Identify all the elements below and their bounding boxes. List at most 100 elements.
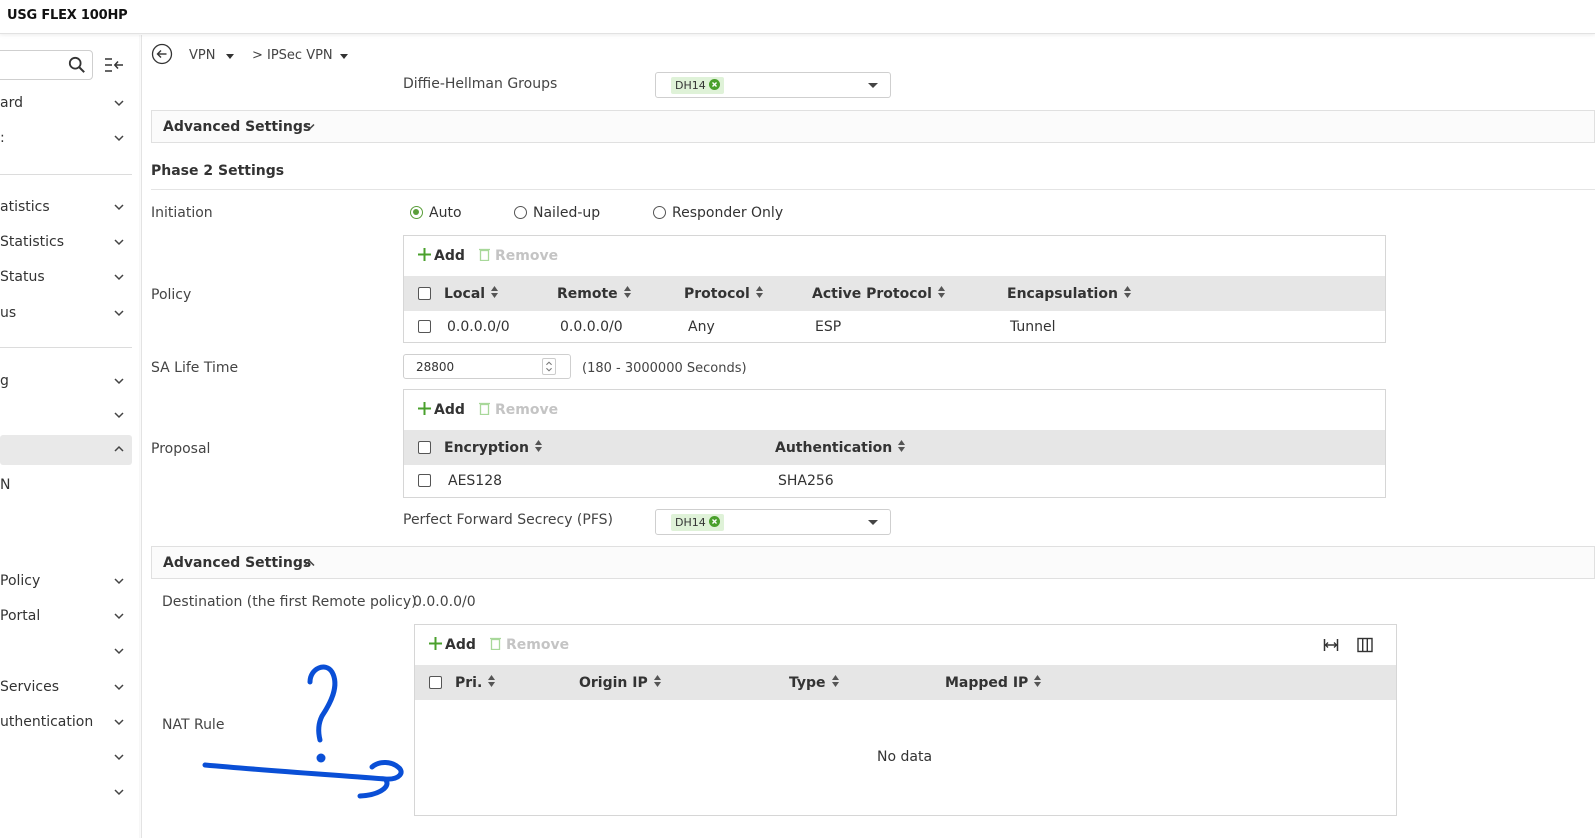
column-header[interactable]: Encapsulation: [1007, 286, 1131, 302]
sort-icon: [488, 675, 496, 687]
sidebar-item-vpn-active[interactable]: [0, 435, 132, 465]
sidebar-item-5[interactable]: us: [0, 299, 132, 329]
sidebar-item-0[interactable]: ard: [0, 89, 132, 119]
top-bar: USG FLEX 100HP: [0, 0, 1595, 34]
nat-add-button[interactable]: Add: [429, 637, 476, 653]
sort-icon: [1123, 286, 1131, 298]
proposal-table-header: Encryption Authentication: [404, 430, 1385, 465]
dh-groups-select[interactable]: DH14: [655, 72, 891, 98]
chevron-down-icon: [114, 754, 124, 761]
remove-tag-icon[interactable]: [708, 516, 720, 527]
column-header[interactable]: Origin IP: [579, 675, 661, 691]
column-label: Mapped IP: [945, 675, 1029, 691]
policy-remove-button[interactable]: Remove: [479, 248, 558, 264]
advanced-settings-toggle-top[interactable]: Advanced Settings: [151, 110, 1595, 143]
add-label: Add: [434, 402, 465, 418]
sidebar-subitem-ipsec[interactable]: N: [0, 471, 132, 501]
proposal-toolbar: Add Remove: [404, 390, 1385, 430]
sidebar-item-16[interactable]: [0, 778, 132, 808]
sidebar-item-7[interactable]: [0, 401, 132, 431]
collapse-sidebar-icon[interactable]: [104, 56, 124, 74]
main-content: VPN > IPSec VPN Diffie-Hellman Groups DH…: [143, 35, 1595, 838]
chevron-down-icon: [114, 412, 124, 419]
row-checkbox[interactable]: [418, 474, 431, 487]
sidebar-item-3[interactable]: Statistics: [0, 228, 132, 258]
proposal-add-button[interactable]: Add: [418, 402, 465, 418]
proposal-label: Proposal: [151, 441, 211, 457]
columns-icon[interactable]: [1357, 637, 1373, 653]
sidebar-item-6[interactable]: g: [0, 367, 132, 397]
column-label: Encryption: [444, 440, 529, 456]
breadcrumb-vpn[interactable]: VPN: [189, 48, 215, 63]
chevron-down-icon: [304, 123, 315, 131]
phase2-title: Phase 2 Settings: [151, 163, 285, 179]
sidebar-item-11[interactable]: Portal: [0, 602, 132, 632]
column-label: Origin IP: [579, 675, 648, 691]
sidebar-divider: [0, 174, 132, 175]
remove-tag-icon[interactable]: [708, 79, 720, 90]
nat-remove-button[interactable]: Remove: [490, 637, 569, 653]
sa-lifetime-label: SA Life Time: [151, 360, 239, 376]
column-header[interactable]: Remote: [557, 286, 631, 302]
table-row[interactable]: 0.0.0.0/0 0.0.0.0/0 Any ESP Tunnel: [404, 311, 1385, 343]
row-checkbox[interactable]: [418, 320, 431, 333]
nat-table-header: Pri. Origin IP Type Mapped IP: [415, 665, 1396, 700]
column-label: Active Protocol: [812, 286, 932, 302]
policy-table: Add Remove Local Remote Protocol Active …: [403, 235, 1386, 343]
table-row[interactable]: AES128 SHA256: [404, 465, 1385, 497]
fit-width-icon[interactable]: [1323, 637, 1339, 653]
select-all-checkbox[interactable]: [418, 287, 431, 300]
pfs-select[interactable]: DH14: [655, 509, 891, 535]
sidebar-item-2[interactable]: atistics: [0, 193, 132, 223]
radio-responder-only[interactable]: Responder Only: [653, 205, 793, 223]
sidebar-item-14[interactable]: uthentication: [0, 708, 132, 738]
trash-icon: [490, 637, 501, 650]
advanced-settings-toggle-bottom[interactable]: Advanced Settings: [151, 546, 1595, 579]
sort-icon: [491, 286, 499, 298]
sidebar-item-13[interactable]: Services: [0, 673, 132, 703]
chevron-down-icon: [114, 684, 124, 691]
column-header[interactable]: Encryption: [444, 440, 542, 456]
select-all-checkbox[interactable]: [418, 441, 431, 454]
plus-icon: [418, 402, 431, 415]
column-header[interactable]: Pri.: [455, 675, 496, 691]
select-all-checkbox[interactable]: [429, 676, 442, 689]
sidebar-item-12[interactable]: [0, 637, 132, 667]
column-header[interactable]: Mapped IP: [945, 675, 1042, 691]
sidebar-item-4[interactable]: Status: [0, 263, 132, 293]
chevron-up-icon: [114, 445, 124, 452]
sa-lifetime-input[interactable]: 28800: [403, 354, 571, 379]
back-arrow-icon[interactable]: [151, 43, 173, 65]
trash-icon: [479, 248, 490, 261]
radio-dot: [514, 206, 527, 219]
column-header[interactable]: Protocol: [684, 286, 763, 302]
column-header[interactable]: Local: [444, 286, 499, 302]
nat-rule-label: NAT Rule: [162, 717, 225, 733]
sidebar-item-1[interactable]: :: [0, 124, 132, 154]
breadcrumb-ipsec-vpn[interactable]: IPSec VPN: [267, 48, 333, 63]
destination-value: 0.0.0.0/0: [413, 594, 476, 610]
cell-encryption: AES128: [448, 473, 503, 489]
sort-icon: [653, 675, 661, 687]
column-header[interactable]: Authentication: [775, 440, 906, 456]
dh-tag: DH14: [671, 77, 724, 94]
search-input[interactable]: [0, 50, 93, 80]
caret-down-icon[interactable]: [340, 54, 348, 59]
caret-down-icon[interactable]: [226, 54, 234, 59]
search-icon[interactable]: [68, 56, 86, 74]
stepper-arrows-icon[interactable]: [542, 358, 556, 375]
column-label: Authentication: [775, 440, 893, 456]
column-label: Local: [444, 286, 486, 302]
column-header[interactable]: Type: [789, 675, 839, 691]
cell-remote: 0.0.0.0/0: [560, 319, 623, 335]
cell-active-protocol: ESP: [815, 319, 842, 335]
proposal-remove-button[interactable]: Remove: [479, 402, 558, 418]
column-header[interactable]: Active Protocol: [812, 286, 945, 302]
policy-add-button[interactable]: Add: [418, 248, 465, 264]
sidebar-item-10[interactable]: Policy: [0, 567, 132, 597]
destination-label: Destination (the first Remote policy): [162, 594, 417, 610]
radio-nailed-up[interactable]: Nailed-up: [514, 205, 614, 223]
sidebar-item-15[interactable]: [0, 743, 132, 773]
cell-authentication: SHA256: [778, 473, 834, 489]
radio-auto[interactable]: Auto: [410, 205, 490, 223]
